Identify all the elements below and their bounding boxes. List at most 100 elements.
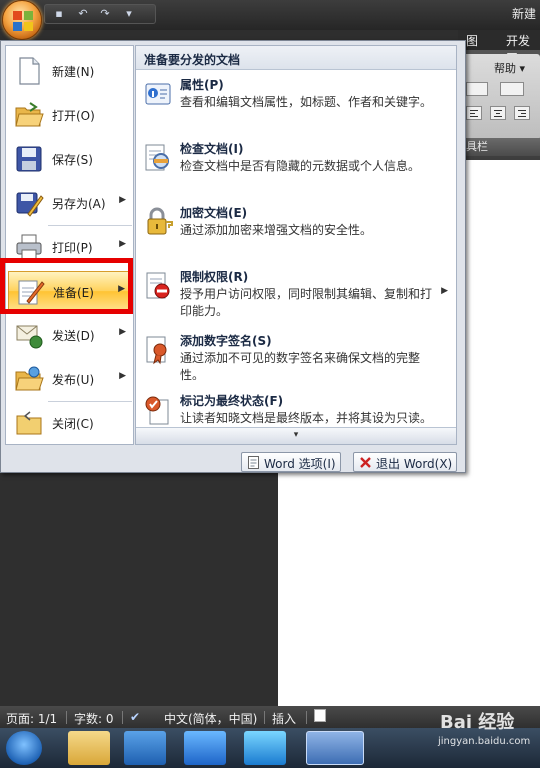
- save-icon[interactable]: ▪: [51, 7, 67, 21]
- digital-signature-icon: [146, 336, 167, 365]
- window-title: 新建: [511, 7, 536, 21]
- watermark-url: jingyan.baidu.com: [438, 736, 531, 747]
- save-disk-icon: [16, 146, 42, 172]
- submenu-arrow-icon: ▶: [119, 195, 126, 205]
- start-button-icon[interactable]: [6, 731, 42, 765]
- exit-word-label: 退出 Word(X): [376, 457, 453, 471]
- prepare-submenu-panel: 准备要分发的文档 属性(P) 查看和编辑文档属性，如标题、作者和关键字。 检查文…: [135, 45, 457, 445]
- submenu-arrow-icon: ▶: [118, 284, 125, 294]
- restrict-permission-icon: [146, 272, 170, 299]
- office-logo-icon: [13, 11, 33, 31]
- mark-final-icon: [145, 396, 169, 425]
- media-player-icon[interactable]: [124, 731, 166, 765]
- publish-icon: [15, 366, 44, 391]
- office-menu-commands: 新建(N) 打开(O) 保存(S) 另存为(A) ▶ 打印(P) ▶ 准备(E)…: [5, 45, 134, 445]
- status-insert-mode[interactable]: 插入: [272, 710, 296, 727]
- customize-qat-icon[interactable]: ▾: [121, 7, 137, 21]
- proofing-icon[interactable]: ✔: [130, 710, 140, 724]
- tab-view[interactable]: 图: [466, 32, 478, 49]
- menu-item-prepare[interactable]: 准备(E) ▶: [8, 271, 132, 311]
- ribbon-group-label: 具栏: [462, 138, 540, 156]
- panel-item-properties[interactable]: 属性(P) 查看和编辑文档属性，如标题、作者和关键字。: [136, 76, 456, 138]
- menu-item-publish[interactable]: 发布(U) ▶: [8, 359, 132, 399]
- menu-item-save[interactable]: 保存(S): [8, 139, 132, 179]
- menu-item-label: 发布(U): [52, 373, 95, 387]
- status-language[interactable]: 中文(简体，中国): [164, 710, 257, 727]
- file-explorer-icon[interactable]: [68, 731, 110, 765]
- panel-item-title: 属性(P): [180, 78, 224, 92]
- panel-item-title: 添加数字签名(S): [180, 334, 272, 348]
- panel-title: 准备要分发的文档: [136, 46, 456, 70]
- menu-item-save-as[interactable]: 另存为(A) ▶: [8, 183, 132, 223]
- menu-separator: [48, 225, 132, 226]
- open-folder-icon: [15, 102, 44, 127]
- panel-item-description: 让读者知晓文档是最终版本，并将其设为只读。: [180, 411, 433, 425]
- save-as-icon: [16, 192, 44, 217]
- menu-item-print[interactable]: 打印(P) ▶: [8, 227, 132, 267]
- menu-item-new[interactable]: 新建(N): [8, 51, 132, 91]
- options-document-icon: [248, 456, 259, 469]
- ribbon-tabs: 图 开发工: [458, 30, 540, 65]
- word-taskbar-button[interactable]: [306, 731, 364, 765]
- align-right-button[interactable]: [514, 106, 530, 120]
- menu-item-label: 打开(O): [52, 109, 95, 123]
- inspect-document-icon: [145, 144, 169, 171]
- redo-icon[interactable]: ↷: [97, 7, 113, 21]
- help-dropdown-label: 帮助: [494, 62, 516, 75]
- undo-icon[interactable]: ↶: [75, 7, 91, 21]
- align-left-button[interactable]: [466, 106, 482, 120]
- close-folder-icon: [16, 411, 42, 435]
- status-separator: [122, 711, 123, 724]
- encrypt-lock-icon: [147, 207, 173, 235]
- menu-item-label: 新建(N): [52, 65, 95, 79]
- status-separator: [264, 711, 265, 724]
- panel-item-title: 限制权限(R): [180, 270, 249, 284]
- menu-item-close[interactable]: 关闭(C): [8, 403, 132, 443]
- exit-x-icon: [360, 457, 371, 468]
- menu-item-label: 发送(D): [52, 329, 95, 343]
- submenu-arrow-icon: ▶: [119, 239, 126, 249]
- borders-button[interactable]: [500, 82, 524, 96]
- panel-scroll-down-button[interactable]: ▾: [136, 427, 456, 444]
- messenger-app-icon[interactable]: [244, 731, 286, 765]
- watermark: Bai 经验 jingyan.baidu.com: [420, 708, 540, 758]
- macro-record-icon[interactable]: [314, 709, 326, 722]
- status-word-count[interactable]: 字数: 0: [74, 710, 114, 727]
- panel-item-encrypt-document[interactable]: 加密文档(E) 通过添加加密来增强文档的安全性。: [136, 204, 456, 266]
- status-separator: [306, 711, 307, 724]
- menu-item-label: 关闭(C): [52, 417, 94, 431]
- help-dropdown[interactable]: 帮助 ▾: [494, 60, 525, 76]
- panel-item-description: 查看和编辑文档属性，如标题、作者和关键字。: [180, 95, 433, 109]
- menu-separator: [48, 401, 132, 402]
- menu-item-send[interactable]: 发送(D) ▶: [8, 315, 132, 355]
- word-options-button[interactable]: Word 选项(I): [241, 452, 341, 472]
- panel-item-restrict-permission[interactable]: 限制权限(R) 授予用户访问权限，同时限制其编辑、复制和打印能力。 ▶: [136, 268, 456, 330]
- send-icon: [16, 325, 43, 349]
- submenu-arrow-icon: ▶: [441, 286, 448, 296]
- word-options-label: Word 选项(I): [264, 457, 336, 471]
- submenu-arrow-icon: ▶: [119, 327, 126, 337]
- exit-word-button[interactable]: 退出 Word(X): [353, 452, 458, 472]
- panel-item-title: 加密文档(E): [180, 206, 248, 220]
- office-menu: 新建(N) 打开(O) 保存(S) 另存为(A) ▶ 打印(P) ▶ 准备(E)…: [0, 40, 466, 473]
- internet-explorer-icon[interactable]: [184, 731, 226, 765]
- office-button[interactable]: [2, 0, 42, 40]
- panel-item-title: 标记为最终状态(F): [180, 394, 284, 408]
- prepare-icon: [18, 280, 45, 305]
- menu-item-open[interactable]: 打开(O): [8, 95, 132, 135]
- watermark-brand: Bai 经验: [440, 712, 515, 733]
- panel-item-description: 检查文档中是否有隐藏的元数据或个人信息。: [180, 159, 421, 173]
- menu-item-label: 保存(S): [52, 153, 93, 167]
- panel-item-description: 通过添加不可见的数字签名来确保文档的完整性。: [180, 351, 421, 382]
- status-separator: [66, 711, 67, 724]
- menu-item-label: 准备(E): [53, 286, 94, 300]
- align-center-button[interactable]: [490, 106, 506, 120]
- status-page-count[interactable]: 页面: 1/1: [6, 710, 57, 727]
- menu-item-label: 打印(P): [52, 241, 93, 255]
- panel-item-add-digital-signature[interactable]: 添加数字签名(S) 通过添加不可见的数字签名来确保文档的完整性。: [136, 332, 456, 394]
- menu-item-label: 另存为(A): [52, 197, 106, 211]
- style-button[interactable]: [466, 82, 488, 96]
- panel-item-description: 通过添加加密来增强文档的安全性。: [180, 223, 373, 237]
- panel-item-inspect-document[interactable]: 检查文档(I) 检查文档中是否有隐藏的元数据或个人信息。: [136, 140, 456, 202]
- new-document-icon: [19, 57, 40, 85]
